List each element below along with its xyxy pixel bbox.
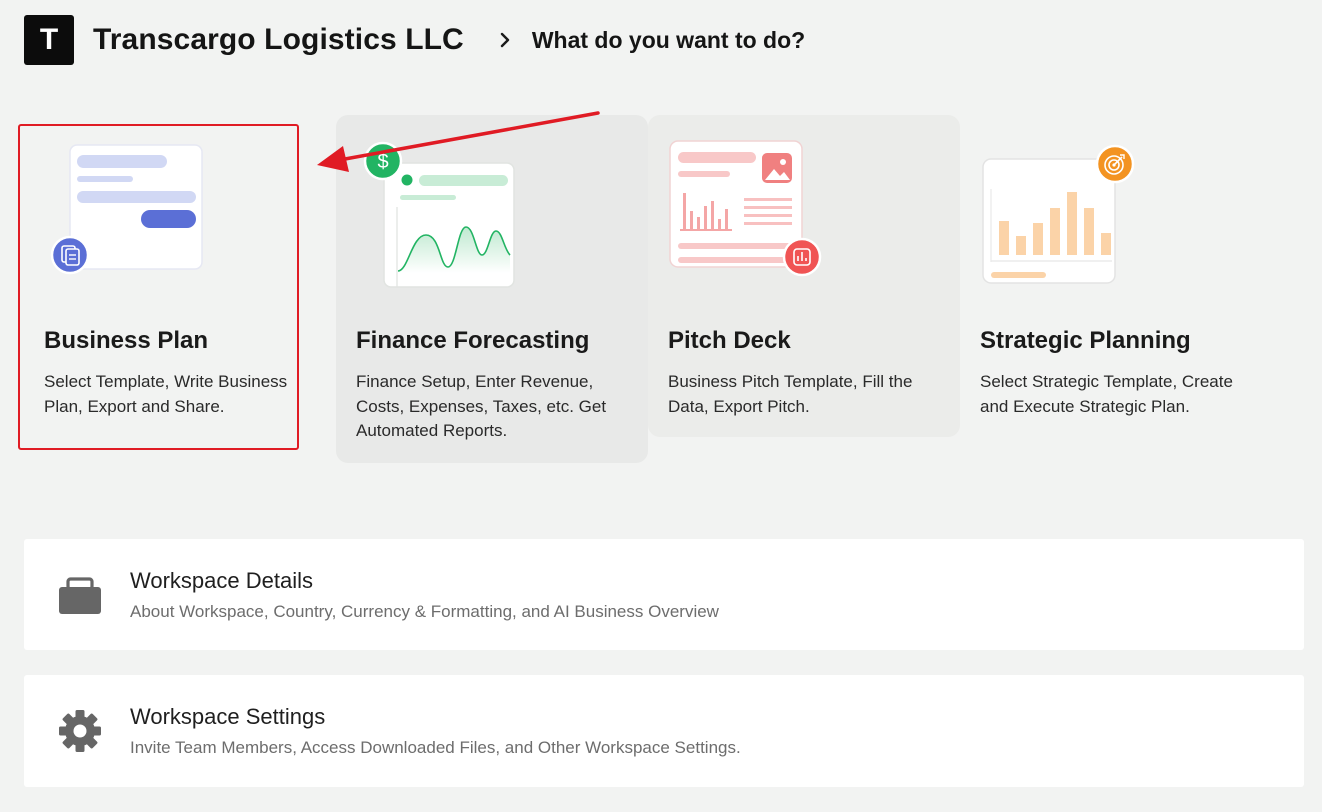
gear-icon <box>59 710 101 752</box>
highlight-box <box>18 124 299 450</box>
row-title: Workspace Details <box>130 568 313 593</box>
finance-forecasting-card[interactable]: $ Finance Forecasting Finance Setup, Ent… <box>336 115 648 463</box>
page-header: T Transcargo Logistics LLC What do you w… <box>24 15 805 65</box>
page-title: What do you want to do? <box>531 26 806 53</box>
workspace-details-row[interactable]: Workspace Details About Workspace, Count… <box>24 539 1304 650</box>
workspace-logo[interactable]: T <box>24 15 74 65</box>
dollar-icon: $ <box>363 141 403 181</box>
chevron-right-icon <box>500 32 510 48</box>
card-description: Finance Setup, Enter Revenue, Costs, Exp… <box>356 372 607 440</box>
row-description: About Workspace, Country, Currency & For… <box>130 602 719 621</box>
bar-chart-icon <box>782 237 822 277</box>
card-title: Pitch Deck <box>668 327 791 354</box>
card-description: Select Strategic Template, Create and Ex… <box>980 372 1233 416</box>
row-title: Workspace Settings <box>130 704 326 729</box>
card-description: Business Pitch Template, Fill the Data, … <box>668 372 913 416</box>
pitch-deck-card[interactable]: Pitch Deck Business Pitch Template, Fill… <box>648 115 960 437</box>
row-description: Invite Team Members, Access Downloaded F… <box>130 738 741 757</box>
pitch-deck-illustration <box>669 140 822 277</box>
strategic-planning-card[interactable]: Strategic Planning Select Strategic Temp… <box>960 115 1272 437</box>
target-icon <box>1095 144 1135 184</box>
card-title: Strategic Planning <box>980 327 1191 354</box>
strategic-planning-illustration <box>982 144 1135 284</box>
finance-forecasting-illustration: $ <box>363 141 515 288</box>
briefcase-icon <box>59 577 101 614</box>
company-name[interactable]: Transcargo Logistics LLC <box>93 23 464 57</box>
dollar-symbol: $ <box>377 151 388 173</box>
card-title: Finance Forecasting <box>356 327 590 354</box>
workspace-settings-row[interactable]: Workspace Settings Invite Team Members, … <box>24 675 1304 787</box>
